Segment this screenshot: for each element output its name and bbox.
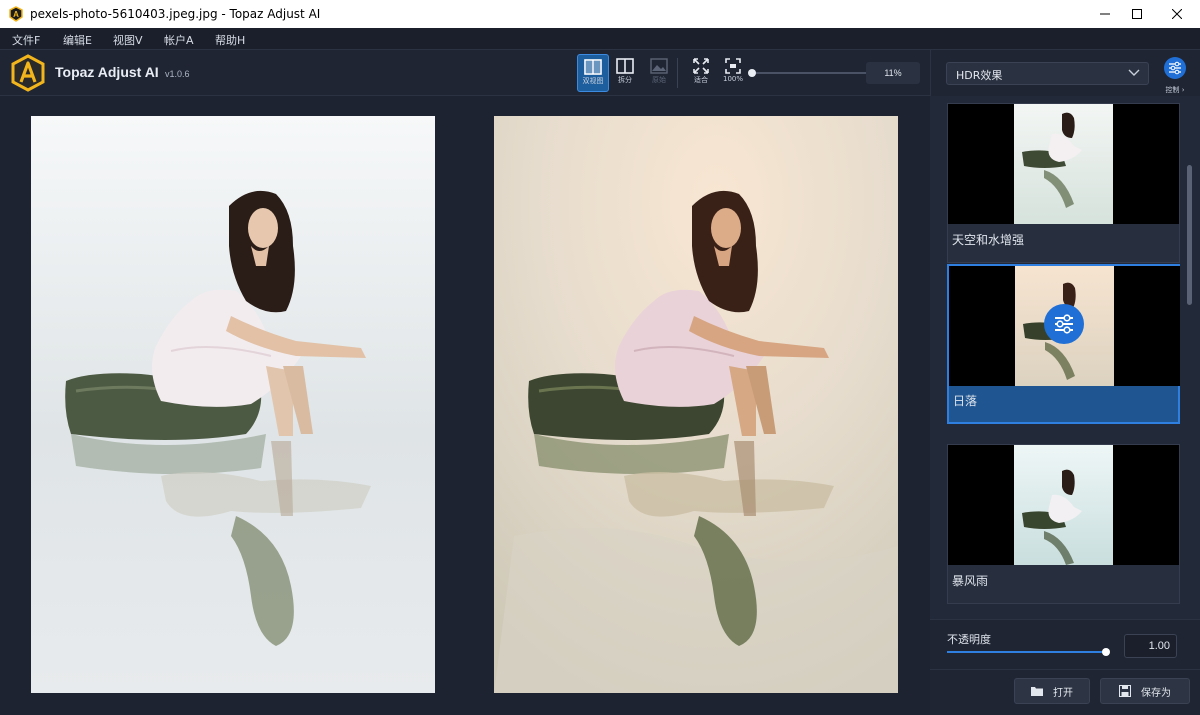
preset-thumbnail: [948, 104, 1179, 224]
fit-button[interactable]: 适合: [685, 54, 717, 92]
adjusted-image[interactable]: [494, 116, 898, 693]
preset-thumb-image: [1014, 445, 1113, 565]
original-photo: [31, 116, 435, 693]
sliders-icon: [1169, 61, 1181, 75]
menu-help[interactable]: 帮助H: [215, 32, 245, 48]
menu-bar: 文件F 编辑E 视图V 帐户A 帮助H: [0, 28, 1200, 50]
opacity-slider-track[interactable]: [947, 651, 1107, 653]
preset-thumb-image: [1014, 104, 1113, 224]
sliders-icon: [1055, 314, 1073, 334]
preset-label: 日落: [953, 394, 978, 408]
zoom-slider-track[interactable]: [752, 72, 867, 74]
preset-card[interactable]: 暴风雨: [947, 444, 1180, 604]
dual-view-button[interactable]: 双视图: [577, 54, 609, 92]
split-view-button[interactable]: 拆分: [609, 54, 641, 92]
window-title: pexels-photo-5610403.jpeg.jpg - Topaz Ad…: [30, 7, 321, 21]
preset-card[interactable]: 天空和水增强: [947, 103, 1180, 263]
menu-account[interactable]: 帐户A: [164, 32, 194, 48]
open-button[interactable]: 打开: [1014, 678, 1090, 704]
split-view-icon: [616, 58, 634, 74]
menu-edit[interactable]: 编辑E: [63, 32, 92, 48]
original-view-label: 原始: [652, 76, 666, 84]
preset-thumbnail: [948, 445, 1179, 565]
preset-label: 天空和水增强: [952, 233, 1025, 247]
svg-text:A: A: [13, 10, 19, 19]
version-label: v1.0.6: [165, 69, 190, 79]
menu-file[interactable]: 文件F: [12, 32, 40, 48]
app-icon: A: [9, 6, 23, 22]
preset-thumb-photo: [1022, 469, 1082, 565]
toolbar-divider: [677, 58, 678, 88]
preset-thumb-photo: [1022, 112, 1082, 208]
preset-card-selected[interactable]: 日落: [947, 264, 1180, 424]
split-view-label: 拆分: [618, 76, 632, 84]
folder-icon: [1031, 687, 1043, 696]
minimize-icon: [1100, 13, 1110, 15]
original-image[interactable]: [31, 116, 435, 693]
original-view-button[interactable]: 原始: [643, 54, 675, 92]
menu-view[interactable]: 视图V: [113, 32, 143, 48]
adjust-overlay-button[interactable]: [1044, 304, 1084, 344]
dual-view-label: 双视图: [582, 77, 604, 85]
maximize-icon: [1132, 9, 1142, 19]
open-label: 打开: [1053, 687, 1073, 699]
control-label: 控制: [1165, 86, 1180, 94]
close-icon: [1172, 9, 1182, 19]
save-as-button[interactable]: 保存为: [1100, 678, 1190, 704]
preset-category-value: HDR效果: [956, 69, 1003, 82]
fit-screen-icon: [693, 58, 709, 74]
close-button[interactable]: [1154, 0, 1200, 28]
actual-size-icon: [725, 58, 741, 74]
preset-label: 暴风雨: [952, 574, 989, 588]
actual-size-label: 100%: [722, 75, 743, 83]
opacity-slider-thumb[interactable]: [1102, 648, 1110, 656]
selection-highlight: [949, 386, 1178, 422]
opacity-label: 不透明度: [947, 633, 991, 646]
control-button[interactable]: 控制 ›: [1158, 55, 1192, 94]
zoom-slider-thumb[interactable]: [748, 69, 756, 77]
chevron-down-icon: [1128, 69, 1140, 76]
adjusted-photo: [494, 116, 898, 693]
sliders-icon-wrap: [1164, 57, 1186, 79]
preset-scrollbar[interactable]: [1187, 165, 1192, 305]
fit-label: 适合: [694, 76, 708, 84]
actual-size-button[interactable]: 100%: [717, 54, 749, 92]
dual-view-icon: [584, 59, 602, 75]
save-as-label: 保存为: [1141, 687, 1171, 699]
opacity-value-field[interactable]: 1.00: [1124, 634, 1177, 658]
save-icon: [1119, 685, 1131, 697]
topaz-logo-icon: [11, 54, 45, 92]
chevron-right-icon: ›: [1179, 86, 1185, 94]
preset-list: 天空和水增强 日落 暴风雨: [930, 96, 1200, 619]
original-image-icon: [650, 58, 668, 74]
zoom-value-field[interactable]: 11%: [866, 62, 920, 84]
window-titlebar: A pexels-photo-5610403.jpeg.jpg - Topaz …: [0, 0, 1200, 28]
brand-name: Topaz Adjust AI: [55, 64, 159, 80]
preset-category-dropdown[interactable]: HDR效果: [946, 62, 1149, 85]
